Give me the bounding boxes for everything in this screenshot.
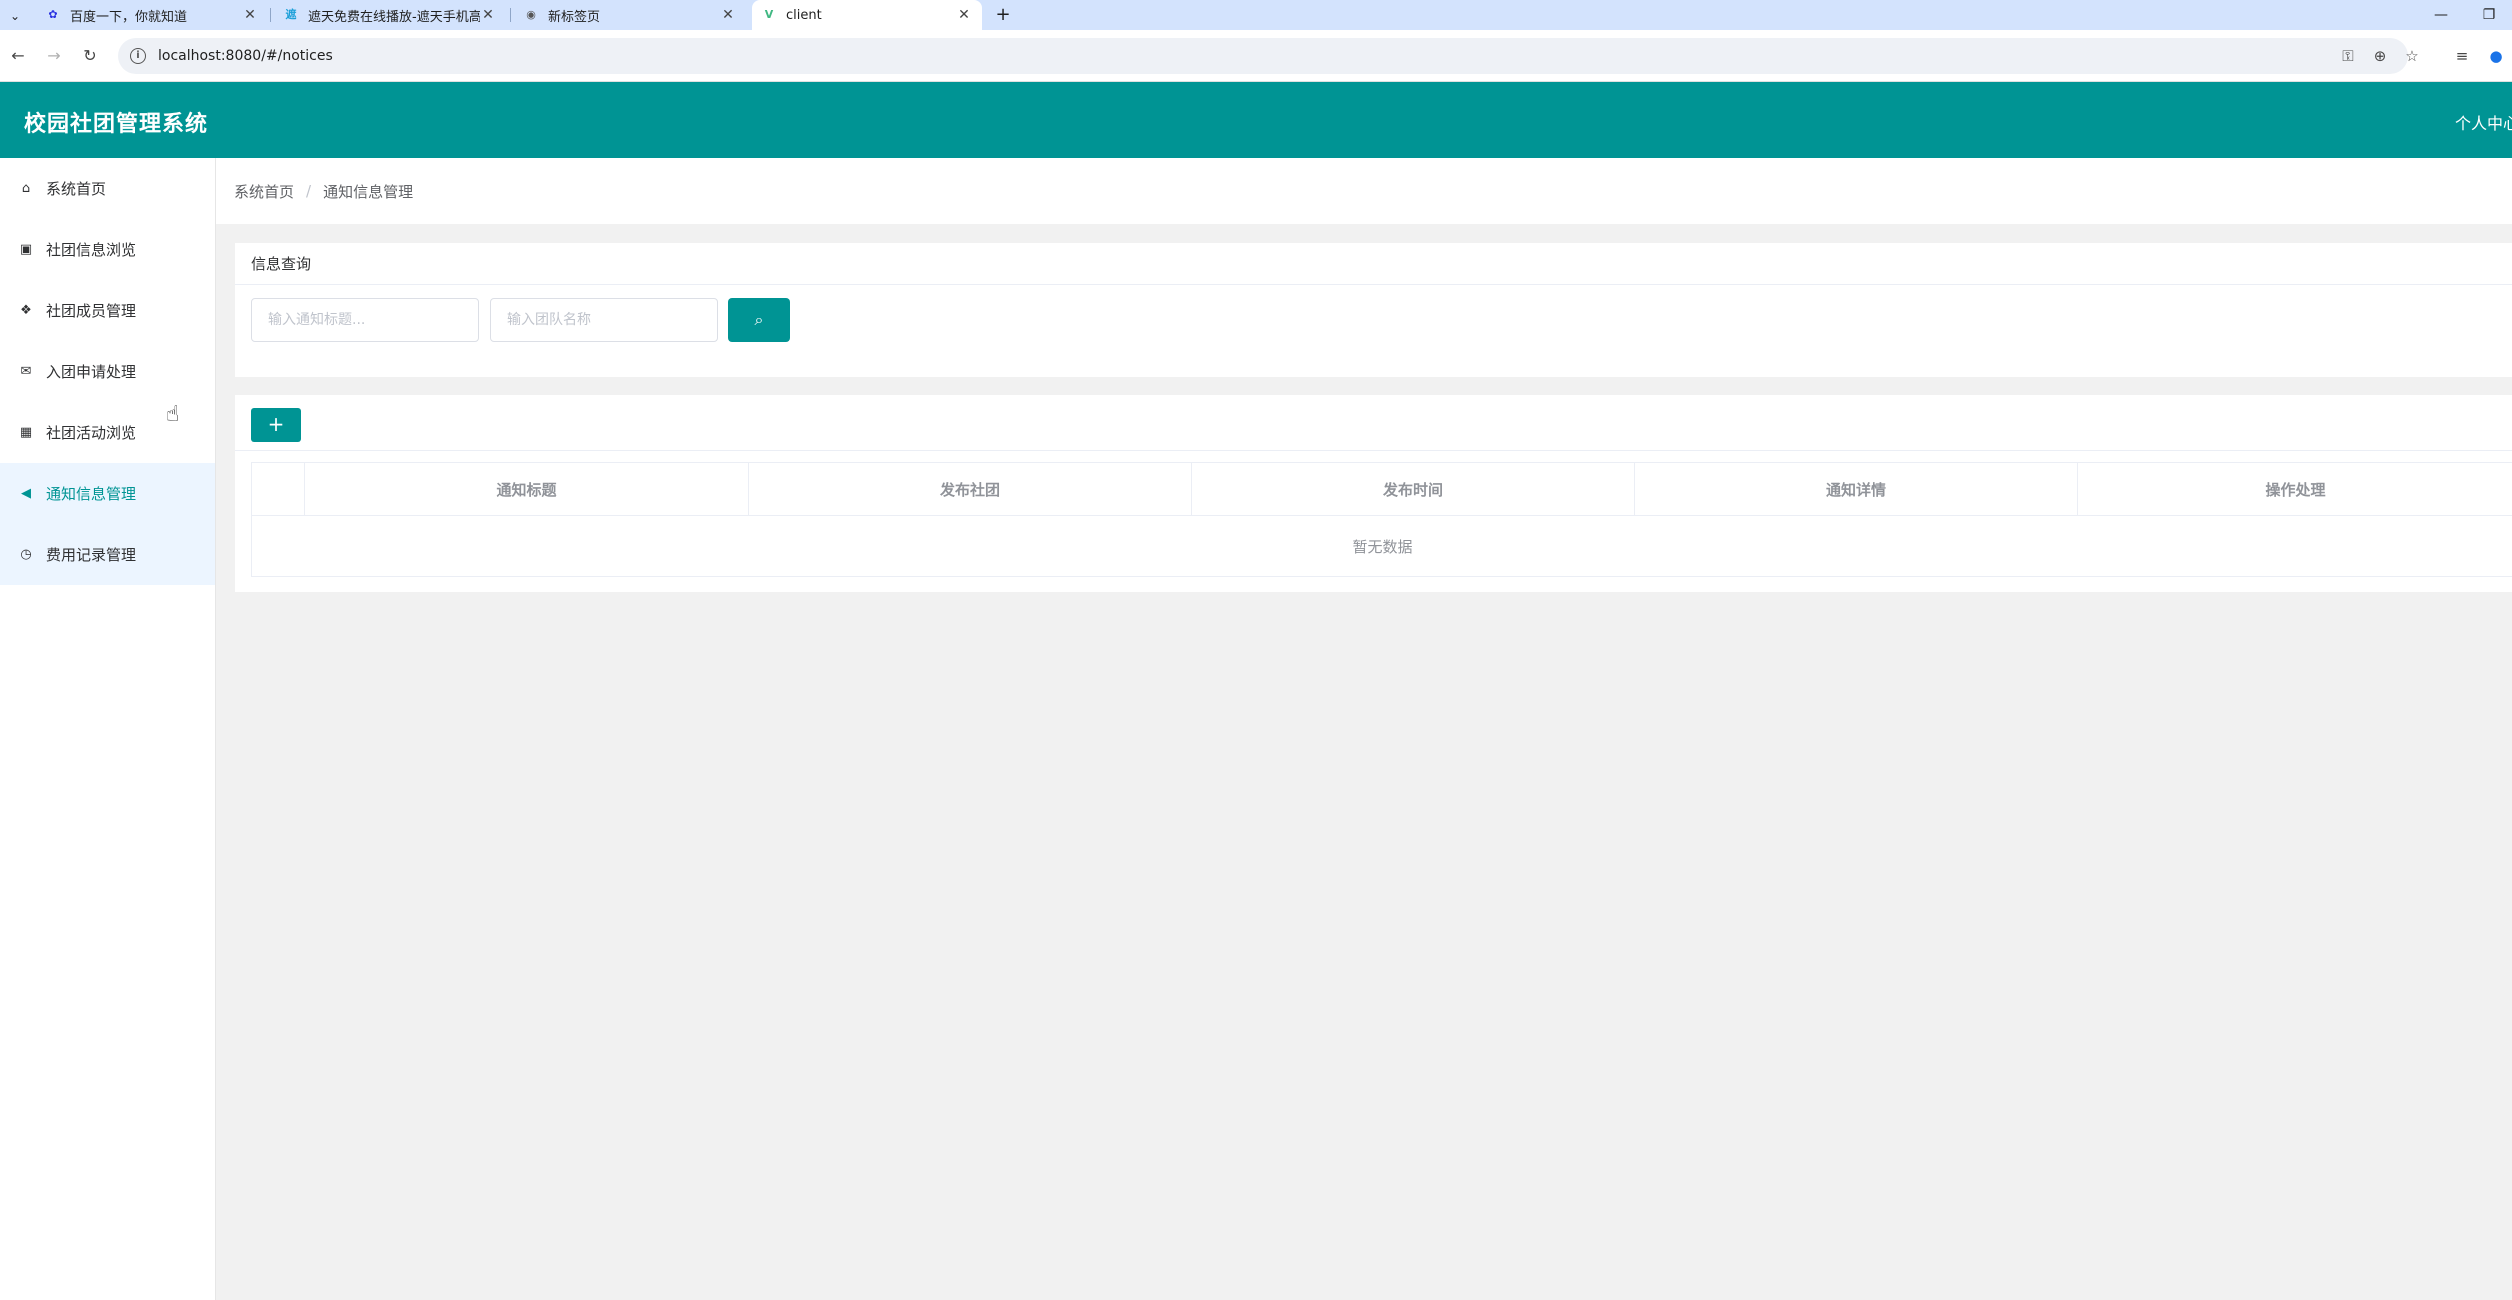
sidebar-item-label: 入团申请处理 <box>46 363 137 381</box>
sidebar-item-label: 系统首页 <box>46 180 107 198</box>
baidu-paw-icon: ✿ <box>48 8 58 21</box>
search-icon: ⌕ <box>754 310 764 329</box>
mouse-pointer-icon: ☝ <box>166 402 180 427</box>
add-notice-button[interactable]: + <box>251 408 301 442</box>
new-tab-plus-icon[interactable]: + <box>992 4 1014 26</box>
breadcrumb-home[interactable]: 系统首页 <box>234 181 294 202</box>
browser-tab-video[interactable]: 遮 遮天免费在线播放-遮天手机高清 ✕ <box>274 0 506 30</box>
sidebar-item-label: 社团成员管理 <box>46 302 137 320</box>
notice-table: 通知标题 发布社团 发布时间 通知详情 操作处理 暂无数据 <box>251 462 2512 577</box>
tab-title: 百度一下，你就知道 <box>70 9 188 25</box>
sidebar-item-fees[interactable]: ◷ 费用记录管理 <box>0 524 215 585</box>
vue-icon: V <box>764 8 774 21</box>
column-header-time: 发布时间 <box>1192 463 1635 515</box>
browser-tab-baidu[interactable]: ✿ 百度一下，你就知道 ✕ <box>36 0 268 30</box>
sidebar-item-notices[interactable]: ◀ 通知信息管理 <box>0 463 215 524</box>
tab-title: 遮天免费在线播放-遮天手机高清 <box>308 9 480 25</box>
close-icon[interactable]: ✕ <box>720 7 736 23</box>
breadcrumb-current: 通知信息管理 <box>323 182 414 201</box>
column-header-detail: 通知详情 <box>1635 463 2078 515</box>
sidebar-item-club-info[interactable]: ▣ 社团信息浏览 <box>0 219 215 280</box>
sidebar-item-label: 社团活动浏览 <box>46 424 137 442</box>
tab-search-chevron-icon[interactable]: ⌄ <box>6 7 24 25</box>
selection-column-header[interactable] <box>252 463 305 515</box>
team-name-search-input[interactable] <box>490 298 718 342</box>
tab-separator <box>510 8 511 22</box>
column-header-actions: 操作处理 <box>2265 480 2326 499</box>
chrome-icon: ◉ <box>526 8 536 21</box>
notice-table-card: + 通知标题 发布社团 发布时间 通知详情 操作处理 暂无数据 <box>235 395 2512 592</box>
bookmark-star-icon[interactable]: ☆ <box>2400 44 2424 68</box>
sidebar-item-members[interactable]: ❖ 社团成员管理 <box>0 280 215 341</box>
zoom-icon[interactable]: ⊕ <box>2368 44 2392 68</box>
reload-icon[interactable]: ↻ <box>78 44 102 68</box>
password-key-icon[interactable]: ⚿ <box>2336 44 2360 68</box>
close-icon[interactable]: ✕ <box>242 7 258 23</box>
back-arrow-icon[interactable]: ← <box>6 44 30 68</box>
profile-avatar-icon[interactable]: ● <box>2484 44 2508 68</box>
column-header-title: 通知标题 <box>305 463 749 515</box>
close-icon[interactable]: ✕ <box>480 7 496 23</box>
tab-separator <box>270 8 271 22</box>
table-empty-text: 暂无数据 <box>1352 538 1413 556</box>
media-queue-icon[interactable]: ≡ <box>2450 44 2474 68</box>
video-site-icon: 遮 <box>285 8 297 21</box>
app-title: 校园社团管理系统 <box>24 112 209 137</box>
app-header: 校园社团管理系统 个人中心 <box>0 82 2512 158</box>
card-divider <box>235 450 2512 451</box>
envelope-open-icon: ✉ <box>20 364 32 379</box>
minimize-icon[interactable]: — <box>2430 4 2452 26</box>
browser-tab-bar: ⌄ ✿ 百度一下，你就知道 ✕ 遮 遮天免费在线播放-遮天手机高清 ✕ ◉ 新标… <box>0 0 2512 30</box>
search-button[interactable]: ⌕ <box>728 298 790 342</box>
cubes-icon: ❖ <box>20 303 32 318</box>
sidebar-item-label: 费用记录管理 <box>46 546 137 564</box>
breadcrumb-separator: / <box>306 182 312 200</box>
notice-title-search-input[interactable] <box>251 298 479 342</box>
close-icon[interactable]: ✕ <box>956 7 972 23</box>
browser-tab-new[interactable]: ◉ 新标签页 ✕ <box>514 0 746 30</box>
bullhorn-icon: ◀ <box>21 486 31 501</box>
clock-icon: ◷ <box>20 547 32 562</box>
search-card-title: 信息查询 <box>235 243 2512 285</box>
table-header: 通知标题 发布社团 发布时间 通知详情 操作处理 <box>252 463 2512 516</box>
browser-tab-client[interactable]: V client ✕ <box>752 0 982 30</box>
search-card: 信息查询 ⌕ <box>235 243 2512 377</box>
tab-title: 新标签页 <box>548 9 601 25</box>
browser-toolbar: ← → ↻ i localhost:8080/#/notices ⚿ ⊕ ☆ ≡… <box>0 30 2512 82</box>
site-info-icon[interactable]: i <box>130 48 146 64</box>
sidebar-item-applications[interactable]: ✉ 入团申请处理 <box>0 341 215 402</box>
train-icon: ▣ <box>19 242 33 257</box>
sidebar-item-activities[interactable]: ▦ 社团活动浏览 <box>0 402 215 463</box>
sidebar-item-home[interactable]: ⌂ 系统首页 <box>0 158 215 219</box>
url-text[interactable]: localhost:8080/#/notices <box>158 48 333 64</box>
address-bar[interactable]: i localhost:8080/#/notices <box>118 38 2408 74</box>
calculator-icon: ▦ <box>19 425 33 440</box>
forward-arrow-icon[interactable]: → <box>42 44 66 68</box>
restore-icon[interactable]: ❐ <box>2478 4 2500 26</box>
breadcrumb: 系统首页 / 通知信息管理 <box>216 158 2512 224</box>
sidebar-item-label: 通知信息管理 <box>46 485 137 503</box>
sidebar-item-label: 社团信息浏览 <box>46 241 137 259</box>
sidebar-menu: ⌂ 系统首页 ▣ 社团信息浏览 ❖ 社团成员管理 ✉ 入团申请处理 ▦ 社团活动… <box>0 158 216 1300</box>
user-center-link[interactable]: 个人中心 <box>2455 110 2512 134</box>
tab-title: client <box>786 7 822 23</box>
home-icon: ⌂ <box>21 181 31 196</box>
column-header-club: 发布社团 <box>749 463 1192 515</box>
